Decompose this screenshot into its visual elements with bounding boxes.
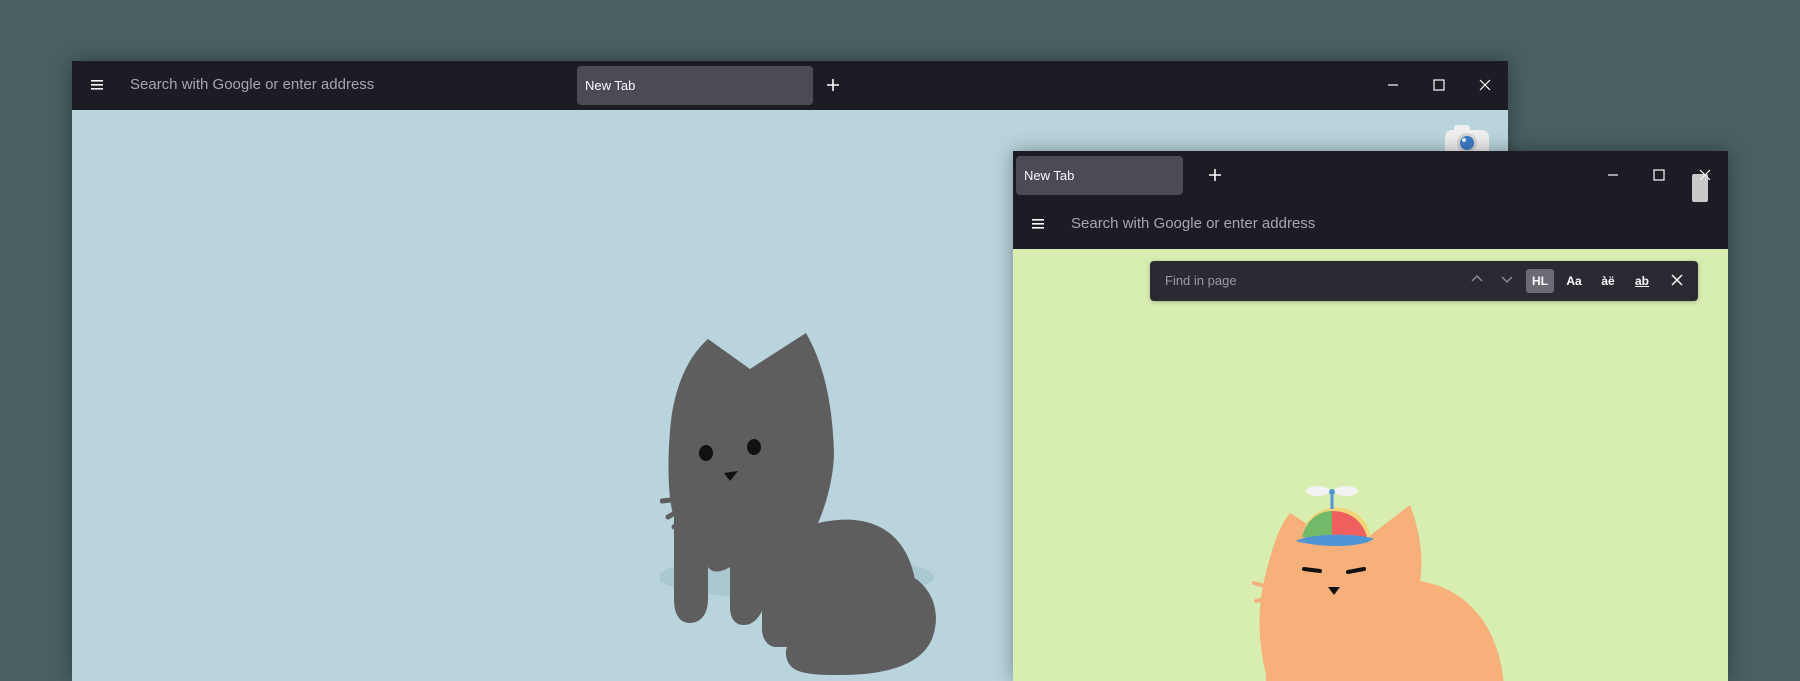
close-icon[interactable]: [1668, 271, 1686, 289]
toolbar: Search with Google or enter address: [1013, 200, 1728, 249]
chevron-up-icon[interactable]: [1468, 270, 1486, 288]
browser-window-front: New Tab Search with Google or enter addr…: [1013, 151, 1728, 681]
plus-icon[interactable]: [824, 76, 842, 94]
tab-new-tab[interactable]: New Tab: [577, 66, 813, 105]
whole-words-toggle[interactable]: ab: [1628, 269, 1656, 293]
minimize-icon[interactable]: [1604, 166, 1622, 184]
match-diacritics-label: àë: [1601, 274, 1615, 288]
find-input-placeholder: Find in page: [1165, 273, 1237, 288]
address-placeholder: Search with Google or enter address: [1071, 215, 1316, 232]
find-input[interactable]: Find in page: [1165, 269, 1237, 293]
address-placeholder: Search with Google or enter address: [130, 76, 375, 93]
maximize-icon[interactable]: [1650, 166, 1668, 184]
highlight-all-label: HL: [1532, 274, 1548, 288]
address-bar[interactable]: Search with Google or enter address: [1071, 212, 1315, 236]
background-page-button: [1692, 174, 1708, 202]
tab-strip: New Tab: [1013, 151, 1728, 200]
menu-icon[interactable]: [1031, 217, 1045, 231]
menu-icon[interactable]: [90, 78, 104, 92]
highlight-all-toggle[interactable]: HL: [1526, 269, 1554, 293]
whole-words-label: ab: [1634, 274, 1649, 288]
chevron-down-icon[interactable]: [1498, 270, 1516, 288]
address-bar[interactable]: Search with Google or enter address: [130, 73, 374, 97]
tab-new-tab[interactable]: New Tab: [1016, 156, 1183, 195]
minimize-icon[interactable]: [1384, 76, 1402, 94]
match-case-toggle[interactable]: Aa: [1560, 269, 1588, 293]
match-diacritics-toggle[interactable]: àë: [1594, 269, 1622, 293]
gray-cat-illustration: [658, 329, 960, 681]
tab-label: New Tab: [585, 78, 636, 93]
toolbar: Search with Google or enter address New …: [72, 61, 1508, 110]
orange-cat-illustration: [1248, 477, 1508, 681]
tab-label: New Tab: [1024, 168, 1075, 183]
close-icon[interactable]: [1476, 76, 1494, 94]
plus-icon[interactable]: [1206, 166, 1224, 184]
find-in-page-bar: Find in page HL Aa àë ab: [1150, 261, 1698, 301]
maximize-icon[interactable]: [1430, 76, 1448, 94]
match-case-label: Aa: [1566, 274, 1582, 288]
